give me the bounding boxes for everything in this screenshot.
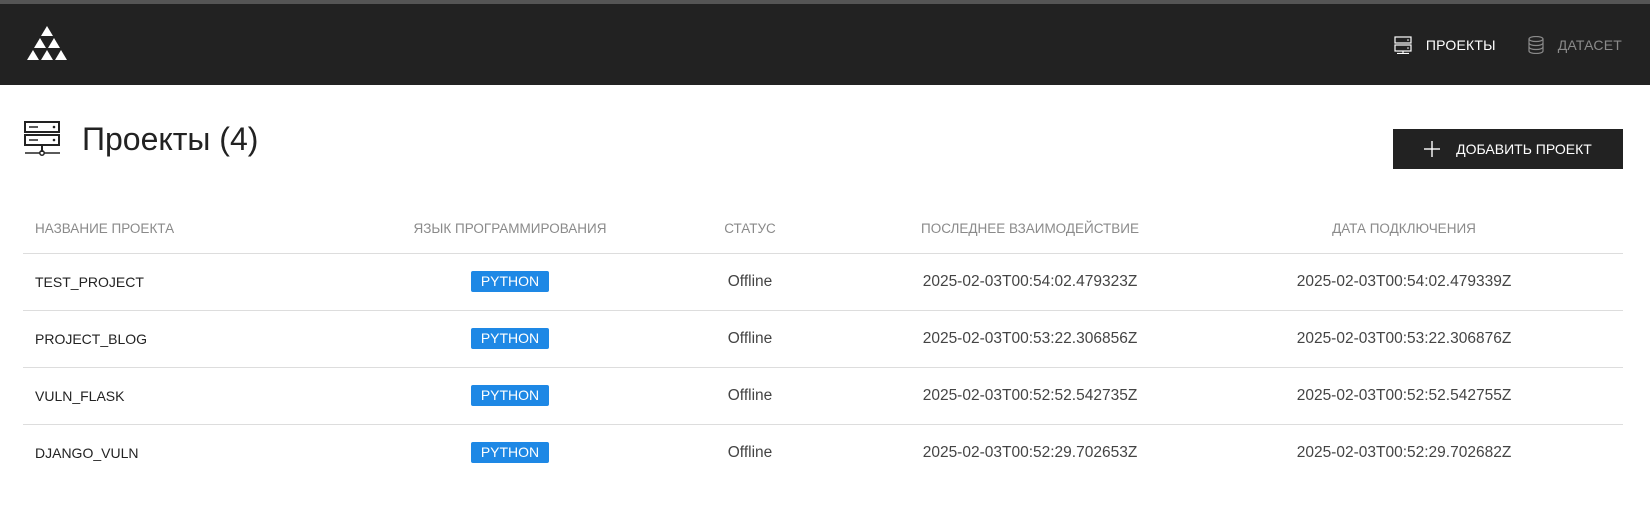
column-header-name[interactable]: НАЗВАНИЕ ПРОЕКТА [23,205,395,254]
language-badge: PYTHON [470,385,550,406]
status-cell: Offline [625,310,875,368]
column-header-status[interactable]: СТАТУС [625,205,875,254]
status-cell: Offline [625,253,875,311]
add-project-label: ДОБАВИТЬ ПРОЕКТ [1456,141,1592,157]
nav-item-projects[interactable]: ПРОЕКТЫ [1394,35,1496,54]
table-row[interactable]: PROJECT_BLOG PYTHON Offline 2025-02-03T0… [23,310,1623,368]
last-interaction-cell: 2025-02-03T00:53:22.306856Z [875,310,1185,368]
logo-triangle-icon[interactable] [23,24,71,68]
last-interaction-cell: 2025-02-03T00:52:29.702653Z [922,443,1138,461]
table-header-row: НАЗВАНИЕ ПРОЕКТА ЯЗЫК ПРОГРАММИРОВАНИЯ С… [23,205,1623,254]
table-row[interactable]: DJANGO_VULN PYTHON Offline 2025-02-03T00… [23,424,1623,481]
page-title: Проекты (4) [82,121,259,157]
table-row[interactable]: VULN_FLASK PYTHON Offline 2025-02-03T00:… [23,367,1623,425]
server-icon [1394,35,1412,54]
column-header-language[interactable]: ЯЗЫК ПРОГРАММИРОВАНИЯ [395,205,625,254]
language-cell: PYTHON [395,253,625,311]
status-cell: Offline [625,367,875,425]
nav-item-label: ДАТАСЕТ [1557,36,1622,53]
main-nav: ПРОЕКТЫ ДАТАСЕТ [1394,4,1622,85]
status-cell: Offline [727,443,773,461]
connected-date-cell: 2025-02-03T00:54:02.479339Z [1185,253,1623,311]
language-cell: PYTHON [395,367,625,425]
database-icon [1528,35,1544,54]
project-name[interactable]: DJANGO_VULN [23,424,395,481]
nav-item-label: ПРОЕКТЫ [1425,36,1496,53]
language-badge: PYTHON [470,442,550,464]
projects-table: НАЗВАНИЕ ПРОЕКТА ЯЗЫК ПРОГРАММИРОВАНИЯ С… [23,205,1623,481]
table-row[interactable]: TEST_PROJECT PYTHON Offline 2025-02-03T0… [23,253,1623,311]
connected-date-cell: 2025-02-03T00:52:29.702682Z [1296,443,1512,461]
plus-icon [1424,141,1441,157]
column-header-connected-date[interactable]: ДАТА ПОДКЛЮЧЕНИЯ [1185,205,1623,254]
add-project-button[interactable]: ДОБАВИТЬ ПРОЕКТ [1393,129,1623,169]
project-name[interactable]: PROJECT_BLOG [23,310,395,368]
top-navbar: ПРОЕКТЫ ДАТАСЕТ [0,0,1650,85]
project-name[interactable]: VULN_FLASK [23,367,395,425]
page-header: Проекты (4) [24,120,258,158]
language-cell: PYTHON [395,424,625,481]
connected-date-cell: 2025-02-03T00:52:52.542755Z [1185,367,1623,425]
last-interaction-cell: 2025-02-03T00:52:52.542735Z [875,367,1185,425]
server-network-icon [24,121,60,156]
nav-item-dataset[interactable]: ДАТАСЕТ [1528,35,1622,54]
last-interaction-cell: 2025-02-03T00:54:02.479323Z [875,253,1185,311]
column-header-last-interaction[interactable]: ПОСЛЕДНЕЕ ВЗАИМОДЕЙСТВИЕ [875,205,1185,254]
language-cell: PYTHON [395,310,625,368]
project-name[interactable]: TEST_PROJECT [23,253,395,311]
language-badge: PYTHON [470,271,550,292]
language-badge: PYTHON [470,328,550,349]
connected-date-cell: 2025-02-03T00:53:22.306876Z [1185,310,1623,368]
